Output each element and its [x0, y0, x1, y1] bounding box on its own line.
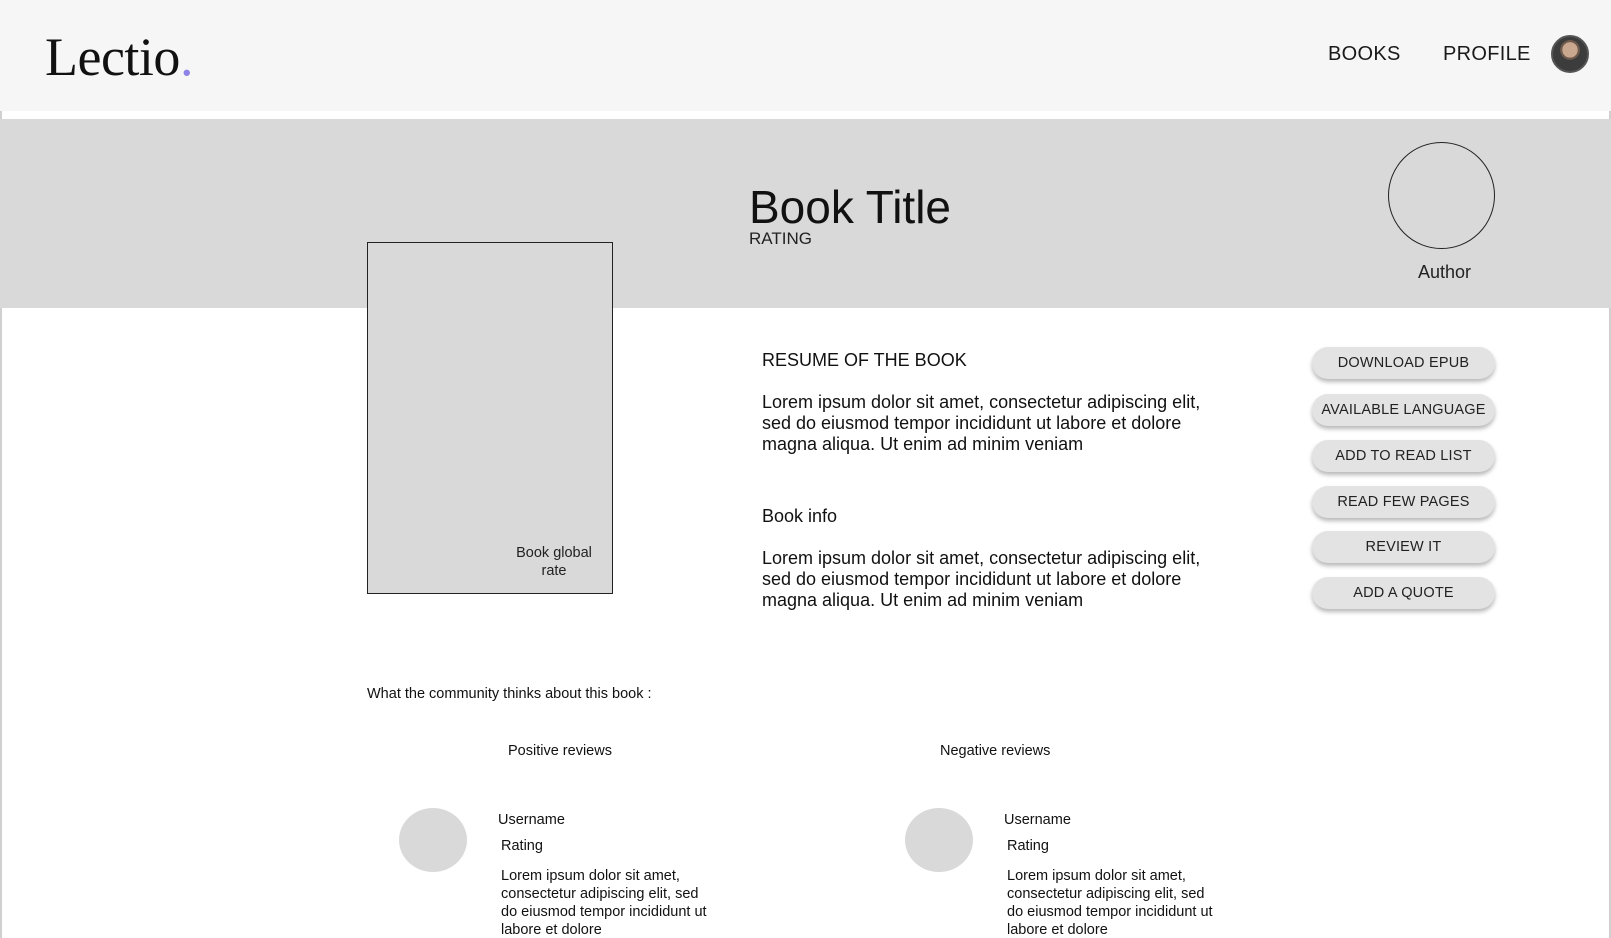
reviewer-avatar[interactable] — [905, 808, 973, 872]
lectio-logo[interactable]: Lectio. — [45, 26, 193, 88]
available-language-button[interactable]: AVAILABLE LANGUAGE — [1312, 394, 1495, 426]
add-a-quote-button[interactable]: ADD A QUOTE — [1312, 577, 1495, 609]
book-global-rate-label: Book global rate — [516, 545, 592, 579]
negative-reviews-heading: Negative reviews — [940, 743, 1051, 759]
book-title: Book Title — [749, 181, 951, 233]
community-heading: What the community thinks about this boo… — [367, 686, 652, 702]
author-avatar[interactable] — [1388, 142, 1495, 249]
book-cover-image — [367, 242, 613, 594]
review-rating: Rating — [501, 838, 543, 854]
review-it-button[interactable]: REVIEW IT — [1312, 531, 1495, 563]
review-text: Lorem ipsum dolor sit amet, consectetur … — [1007, 868, 1213, 938]
user-avatar-icon[interactable] — [1551, 35, 1589, 73]
resume-body-text: Lorem ipsum dolor sit amet, consectetur … — [762, 392, 1201, 454]
reviewer-username[interactable]: Username — [498, 812, 565, 828]
reviewer-avatar[interactable] — [399, 808, 467, 872]
reviewer-username[interactable]: Username — [1004, 812, 1071, 828]
author-label[interactable]: Author — [1418, 262, 1471, 283]
book-info-heading: Book info — [762, 506, 838, 526]
logo-dot: . — [179, 27, 194, 87]
book-page: Lectio. BOOKS PROFILE Book Title RATING … — [0, 0, 1611, 938]
review-text: Lorem ipsum dolor sit amet, consectetur … — [501, 868, 707, 938]
nav-profile-link[interactable]: PROFILE — [1443, 43, 1531, 66]
review-rating: Rating — [1007, 838, 1049, 854]
book-info-body-text: Lorem ipsum dolor sit amet, consectetur … — [762, 548, 1201, 610]
book-rating-label: RATING — [749, 229, 812, 248]
add-to-read-list-button[interactable]: ADD TO READ LIST — [1312, 440, 1495, 472]
read-few-pages-button[interactable]: READ FEW PAGES — [1312, 486, 1495, 518]
download-epub-button[interactable]: DOWNLOAD EPUB — [1312, 347, 1495, 379]
nav-books-link[interactable]: BOOKS — [1328, 43, 1401, 66]
positive-reviews-heading: Positive reviews — [508, 743, 612, 759]
top-navigation-bar: Lectio. BOOKS PROFILE — [0, 0, 1611, 111]
logo-text: Lectio — [45, 27, 180, 87]
resume-heading: RESUME OF THE BOOK — [762, 350, 967, 370]
